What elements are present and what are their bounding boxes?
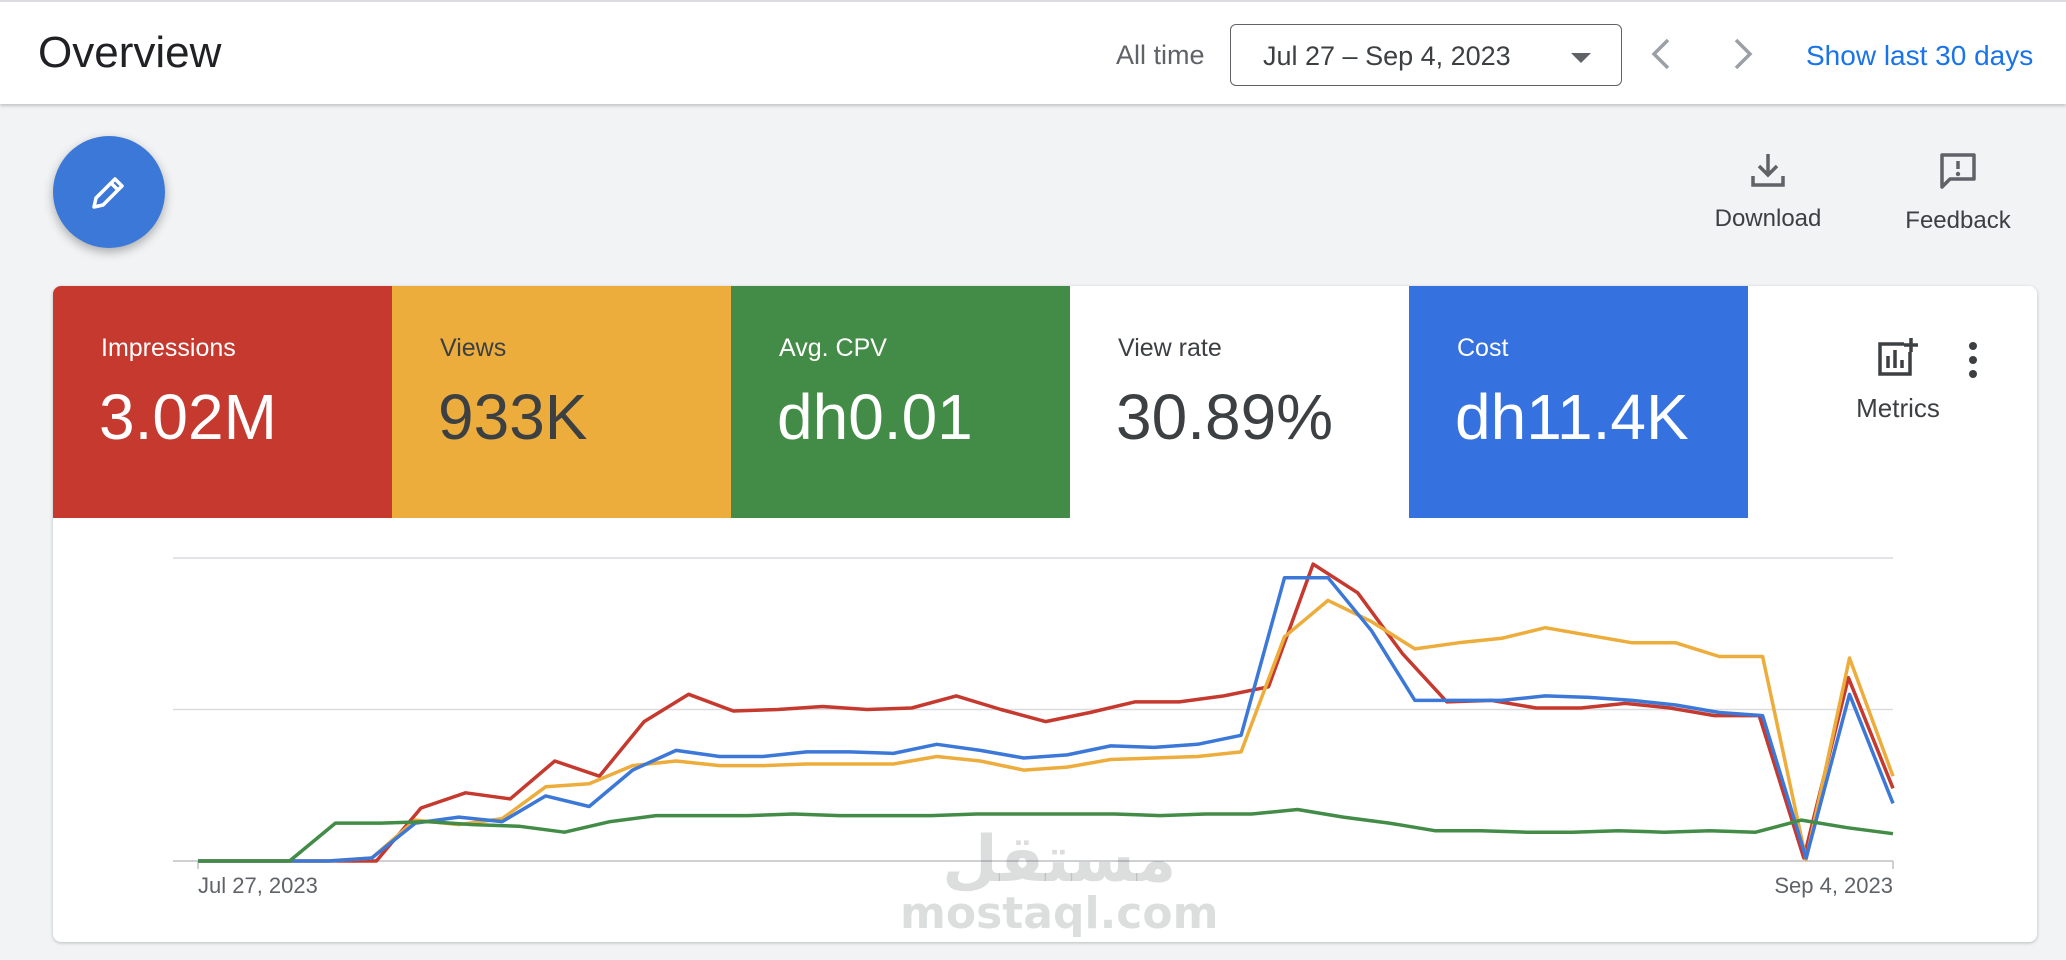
series-line-3	[198, 575, 1895, 863]
more-options-button[interactable]	[1963, 340, 1983, 385]
download-label: Download	[1714, 205, 1822, 232]
edit-fab-button[interactable]	[53, 136, 165, 248]
download-icon	[1751, 154, 1785, 187]
show-last-30-days-link[interactable]: Show last 30 days	[1806, 40, 2033, 72]
metrics-label: Metrics	[1856, 393, 1940, 423]
metric-value: 933K	[438, 381, 588, 453]
metric-label: Avg. CPV	[779, 334, 887, 362]
metric-label: View rate	[1118, 334, 1222, 362]
metric-value: 3.02M	[99, 381, 277, 453]
dropdown-caret-icon	[1571, 53, 1591, 63]
page-title: Overview	[38, 28, 222, 77]
date-range-text: Jul 27 – Sep 4, 2023	[1263, 41, 1511, 71]
metric-tile-view-rate[interactable]: View rate 30.89%	[1070, 286, 1409, 518]
watermark-arabic: مستقل	[942, 823, 1177, 897]
metric-label: Views	[440, 334, 507, 362]
top-bar: Overview All time Jul 27 – Sep 4, 2023 S…	[0, 0, 2066, 104]
metrics-button[interactable]: Metrics	[1823, 336, 1973, 424]
date-range-selector[interactable]: Jul 27 – Sep 4, 2023	[1230, 24, 1622, 86]
feedback-icon	[1940, 153, 1976, 189]
metric-value: 30.89%	[1116, 381, 1334, 453]
metric-tile-cost[interactable]: Cost dh11.4K	[1409, 286, 1748, 518]
x-axis-start-label: Jul 27, 2023	[198, 873, 318, 898]
next-period-button[interactable]	[1722, 32, 1762, 76]
metric-value: dh0.01	[777, 381, 973, 453]
metric-label: Impressions	[101, 334, 236, 362]
chart-series	[198, 562, 1895, 863]
previous-period-button[interactable]	[1642, 32, 1682, 76]
metric-tile-avg-cpv[interactable]: Avg. CPV dh0.01	[731, 286, 1070, 518]
watermark: مستقل mostaql.com	[900, 828, 1218, 936]
metric-label: Cost	[1457, 334, 1509, 362]
feedback-label: Feedback	[1905, 207, 2011, 234]
more-vert-icon	[1969, 342, 1977, 378]
watermark-latin: mostaql.com	[900, 888, 1219, 939]
x-axis-end-label: Sep 4, 2023	[1774, 873, 1893, 898]
metric-tile-views[interactable]: Views 933K	[392, 286, 731, 518]
pencil-icon	[92, 177, 124, 209]
metric-tile-impressions[interactable]: Impressions 3.02M	[53, 286, 392, 518]
add-chart-icon	[1878, 338, 1918, 376]
metric-value: dh11.4K	[1455, 381, 1689, 453]
chevron-left-icon	[1651, 38, 1670, 70]
chevron-right-icon	[1734, 38, 1753, 70]
range-label: All time	[1116, 40, 1205, 70]
feedback-button[interactable]: Feedback	[1878, 150, 2038, 235]
download-button[interactable]: Download	[1688, 150, 1848, 233]
